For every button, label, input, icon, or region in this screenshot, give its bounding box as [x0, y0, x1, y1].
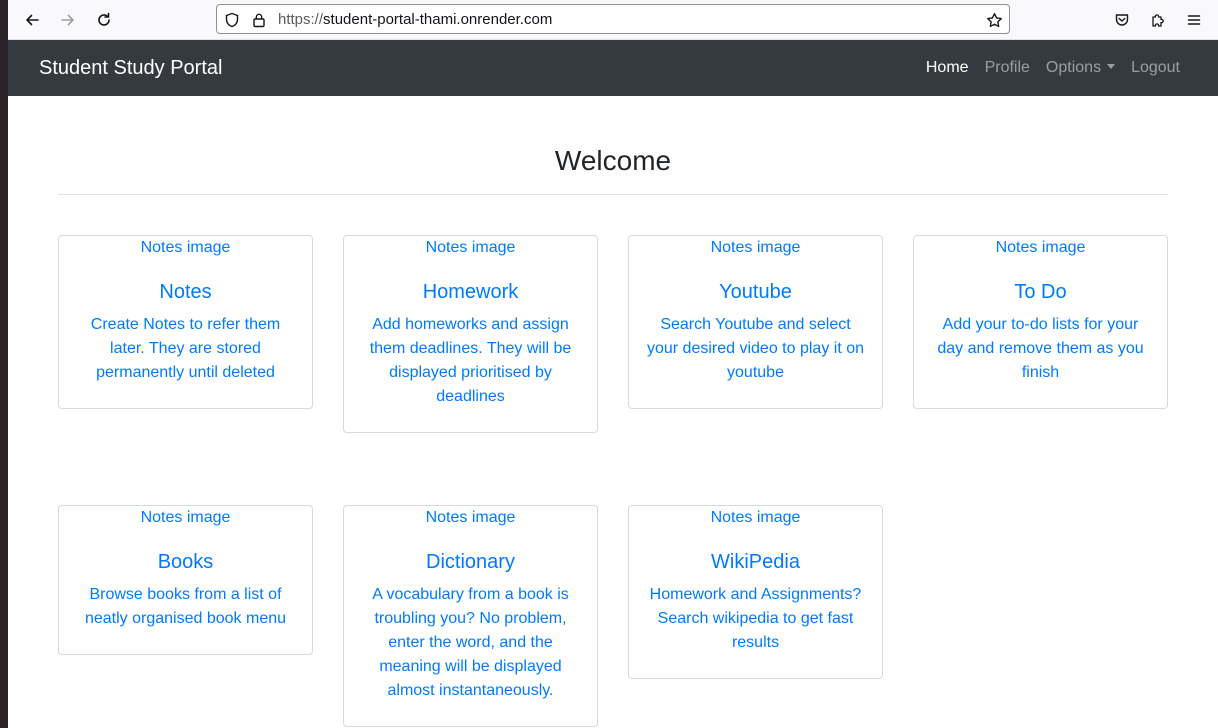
- card-books[interactable]: Notes image Books Browse books from a li…: [58, 505, 313, 655]
- card-homework[interactable]: Notes image Homework Add homeworks and a…: [343, 235, 598, 433]
- card-title[interactable]: Books: [59, 550, 312, 574]
- card-image-alt: Notes image: [140, 239, 231, 256]
- card-description: Create Notes to refer them later. They a…: [90, 316, 281, 381]
- card-title[interactable]: To Do: [914, 280, 1167, 304]
- nav-profile-link[interactable]: Profile: [985, 59, 1030, 77]
- card-todo[interactable]: Notes image To Do Add your to-do lists f…: [913, 235, 1168, 409]
- shield-icon[interactable]: [223, 11, 241, 29]
- card-description: Add your to-do lists for your day and re…: [937, 316, 1144, 381]
- reload-icon[interactable]: [92, 8, 116, 32]
- brand-title[interactable]: Student Study Portal: [39, 57, 222, 79]
- back-icon[interactable]: [20, 8, 44, 32]
- url-bar[interactable]: https://student-portal-thami.onrender.co…: [216, 4, 1010, 34]
- card-youtube[interactable]: Notes image Youtube Search Youtube and s…: [628, 235, 883, 409]
- card-description: Browse books from a list of neatly organ…: [84, 586, 287, 627]
- caret-down-icon: [1107, 64, 1116, 69]
- card-notes[interactable]: Notes image Notes Create Notes to refer …: [58, 235, 313, 409]
- star-icon[interactable]: [985, 11, 1003, 29]
- app-navbar: Student Study Portal Home Profile Option…: [8, 40, 1218, 96]
- lock-icon[interactable]: [250, 11, 268, 29]
- card-title[interactable]: Homework: [344, 280, 597, 304]
- card-dictionary[interactable]: Notes image Dictionary A vocabulary from…: [343, 505, 598, 727]
- card-description: Add homeworks and assign them deadlines.…: [369, 316, 572, 405]
- card-image-alt: Notes image: [425, 239, 516, 256]
- divider: [58, 194, 1168, 195]
- card-image-alt: Notes image: [425, 509, 516, 526]
- forward-icon[interactable]: [56, 8, 80, 32]
- card-title[interactable]: Notes: [59, 280, 312, 304]
- hamburger-icon[interactable]: [1182, 8, 1206, 32]
- nav-options-label: Options: [1045, 59, 1102, 76]
- card-description: Homework and Assignments? Search wikiped…: [649, 586, 862, 651]
- url-text[interactable]: https://student-portal-thami.onrender.co…: [278, 11, 552, 29]
- card-title[interactable]: Youtube: [629, 280, 882, 304]
- card-title[interactable]: WikiPedia: [629, 550, 882, 574]
- nav-options-dropdown[interactable]: Options: [1045, 59, 1116, 77]
- url-scheme: https://: [278, 11, 324, 28]
- nav-logout-link[interactable]: Logout: [1131, 59, 1180, 77]
- card-image-alt: Notes image: [710, 239, 801, 256]
- puzzle-icon[interactable]: [1146, 8, 1170, 32]
- card-description: A vocabulary from a book is troubling yo…: [372, 586, 569, 699]
- nav-home-link[interactable]: Home: [926, 59, 969, 77]
- card-image-alt: Notes image: [140, 509, 231, 526]
- card-image-alt: Notes image: [995, 239, 1086, 256]
- page-heading: Welcome: [554, 145, 672, 176]
- card-image-alt: Notes image: [710, 509, 801, 526]
- url-host: student-portal-thami.onrender.com: [323, 11, 553, 28]
- pocket-icon[interactable]: [1110, 8, 1134, 32]
- desktop-edge: [0, 0, 8, 728]
- card-wikipedia[interactable]: Notes image WikiPedia Homework and Assig…: [628, 505, 883, 679]
- card-description: Search Youtube and select your desired v…: [646, 316, 864, 381]
- card-title[interactable]: Dictionary: [344, 550, 597, 574]
- browser-toolbar: https://student-portal-thami.onrender.co…: [8, 0, 1218, 40]
- nav-links: Home Profile Options Logout: [926, 59, 1180, 77]
